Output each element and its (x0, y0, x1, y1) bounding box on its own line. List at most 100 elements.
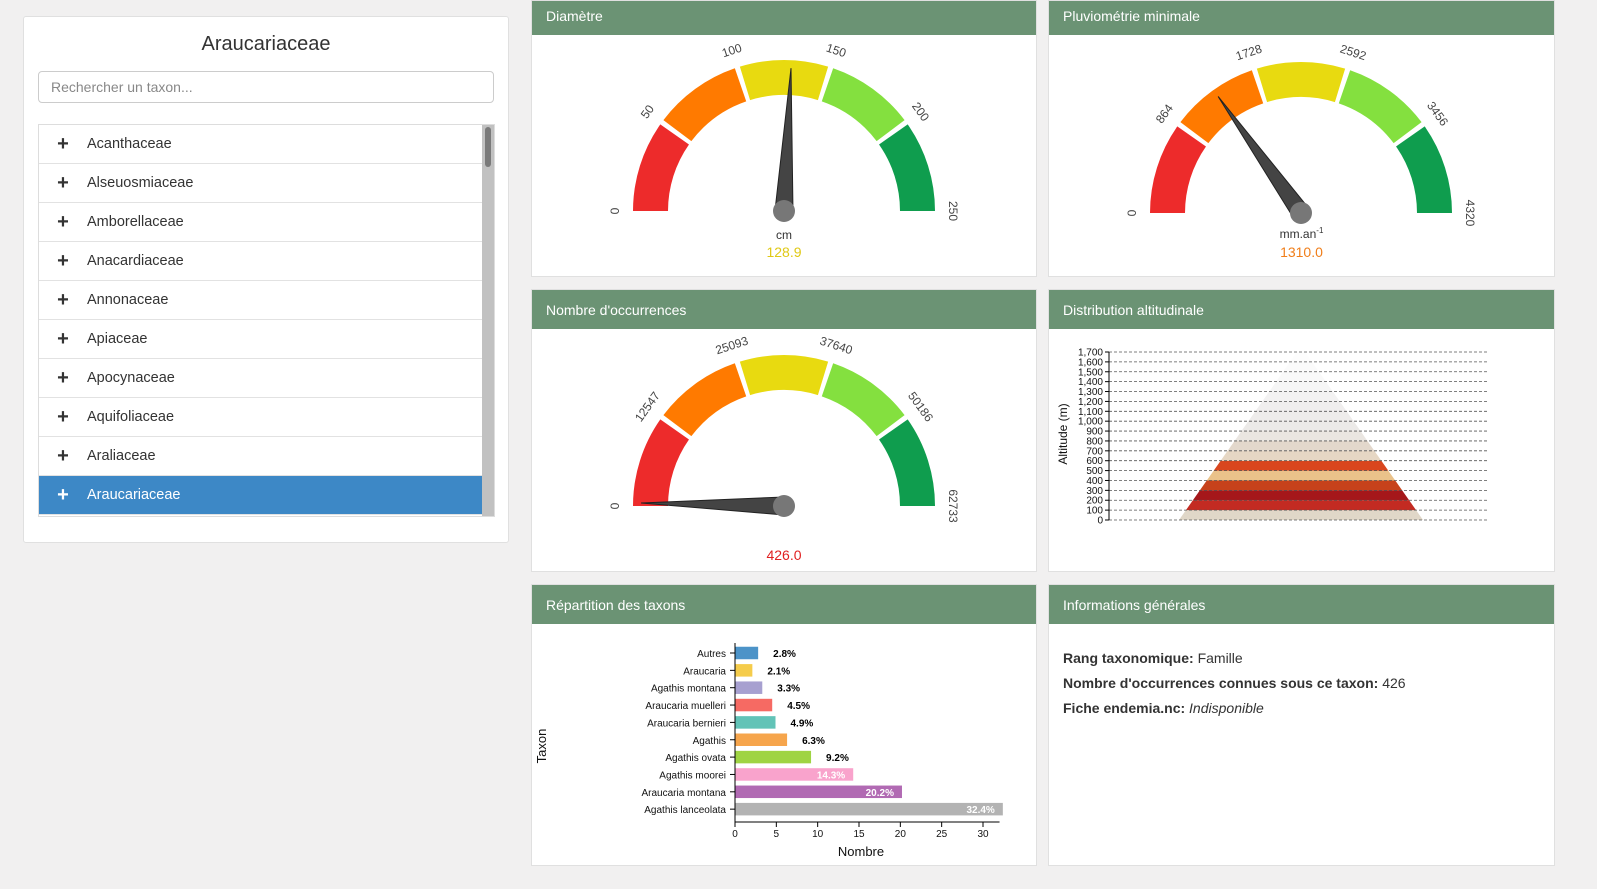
bar-category-label: Agathis (693, 736, 726, 747)
scrollbar-thumb[interactable] (485, 127, 491, 167)
plus-icon[interactable]: + (39, 407, 87, 427)
gauge-needle-pivot (773, 200, 795, 222)
tree-item-label: Acanthaceae (87, 136, 172, 152)
occurrences-card-title: Nombre d'occurrences (532, 290, 1036, 329)
tree-item[interactable]: + Amborellaceae (39, 203, 483, 242)
altitude-tick-label: 1,600 (1078, 357, 1103, 368)
gauge-needle-pivot (1290, 202, 1312, 224)
bar (735, 716, 776, 729)
bar-data-label: 20.2% (866, 788, 894, 799)
gauge-tick-label: 100 (720, 41, 744, 61)
diametre-card: Diamètre 0 50 100 150 200 250 cm 128.9 (531, 0, 1037, 277)
repartition-card-title: Répartition des taxons (532, 585, 1036, 624)
info-card-title: Informations générales (1049, 585, 1554, 624)
bar (735, 698, 773, 712)
gauge-tick-label: 50186 (905, 389, 936, 424)
altitude-tick-label: 800 (1086, 436, 1103, 447)
fiche-line: Fiche endemia.nc: Indisponible (1063, 696, 1540, 721)
tree-item[interactable]: + Araliaceae (39, 437, 483, 476)
plus-icon[interactable]: + (39, 368, 87, 388)
tree-item[interactable]: + Acanthaceae (39, 125, 483, 164)
altitude-tick-label: 1,400 (1078, 377, 1103, 388)
altitude-band (1185, 500, 1417, 511)
bar (735, 664, 753, 677)
plus-icon[interactable]: + (39, 173, 87, 193)
gauge-tick-label: 12547 (632, 389, 663, 424)
gauge-tick-label: 62733 (946, 489, 960, 523)
gauge-band (739, 355, 829, 396)
gauge-tick-label: 37640 (818, 334, 854, 358)
bar-x-tick-label: 15 (853, 829, 865, 840)
gauge-band (633, 419, 689, 506)
tree-item-label: Araucariaceae (87, 487, 181, 503)
bar (735, 646, 759, 660)
occurrences-count: 426 (1382, 675, 1406, 691)
pluviometrie-value: 1310.0 (1280, 244, 1323, 260)
plus-icon[interactable]: + (39, 329, 87, 349)
tree-scrollbar[interactable] (482, 125, 494, 516)
gauge-needle (1217, 96, 1310, 219)
tree-item-label: Alseuosmiaceae (87, 175, 194, 191)
gauge-tick-label: 250 (946, 201, 960, 221)
altitude-tick-label: 1,500 (1078, 367, 1103, 378)
tree-item[interactable]: + Anacardiaceae (39, 242, 483, 281)
altitude-card: Distribution altitudinale 0 100 200 300 400 5… (1048, 289, 1555, 572)
occurrences-label: Nombre d'occurrences connues sous ce tax… (1063, 675, 1379, 691)
rank-value: Famille (1197, 650, 1243, 666)
altitude-tick-label: 1,000 (1078, 417, 1103, 428)
bar-category-label: Agathis montana (651, 684, 726, 695)
taxon-search-input[interactable] (38, 71, 494, 103)
tree-item[interactable]: + Alseuosmiaceae (39, 164, 483, 203)
bar-x-tick-label: 30 (977, 829, 989, 840)
diametre-card-title: Diamètre (532, 1, 1036, 35)
taxon-tree: + Acanthaceae + Alseuosmiaceae + Amborellacea… (38, 124, 495, 517)
gauge-tick-label: 2592 (1338, 42, 1368, 64)
gauge-tick-label: 0 (608, 502, 622, 509)
plus-icon[interactable]: + (39, 485, 87, 505)
bar-category-label: Agathis moorei (659, 770, 726, 781)
diametre-unit: cm (776, 228, 792, 242)
altitude-band (1276, 371, 1326, 382)
tree-item[interactable]: + Aquifoliaceae (39, 398, 483, 437)
bar (735, 733, 788, 746)
tree-item[interactable]: + Apocynaceae (39, 359, 483, 398)
plus-icon[interactable]: + (39, 212, 87, 232)
bar-data-label: 2.1% (767, 666, 790, 677)
tree-item[interactable]: + Araucariaceae (39, 476, 483, 515)
bar-data-label: 14.3% (817, 770, 845, 781)
bar-data-label: 32.4% (966, 805, 994, 816)
rank-label: Rang taxonomique: (1063, 650, 1194, 666)
gauge-band (821, 68, 905, 142)
gauge-tick-label: 0 (1125, 209, 1139, 216)
gauge-tick-label: 50 (638, 102, 657, 121)
plus-icon[interactable]: + (39, 290, 87, 310)
altitude-band (1227, 440, 1375, 451)
plus-icon[interactable]: + (39, 446, 87, 466)
pluviometrie-card: Pluviométrie minimale 0 864 1728 2592 3456 43… (1048, 0, 1555, 277)
gauge-band (739, 60, 829, 101)
gauge-band (663, 363, 747, 437)
bar-category-label: Araucaria muelleri (645, 701, 726, 712)
plus-icon[interactable]: + (39, 251, 87, 271)
altitude-chart: 01002003004005006007008009001,0001,1001,… (1056, 348, 1489, 527)
altitude-tick-label: 1,700 (1078, 348, 1103, 359)
gauge-tick-label: 3456 (1424, 99, 1451, 129)
altitude-tick-label: 400 (1086, 476, 1103, 487)
bar-x-tick-label: 5 (774, 829, 780, 840)
repartition-card: Répartition des taxons Autres 2.8% Araucar… (531, 584, 1037, 866)
selected-taxon-title: Araucariaceae (201, 33, 331, 55)
altitude-axis-label: Altitude (m) (1056, 403, 1070, 464)
occurrences-value: 426.0 (766, 547, 802, 563)
tree-item[interactable]: + Apiaceae (39, 320, 483, 359)
gauge-band (1150, 126, 1206, 213)
gauge-band (1396, 126, 1452, 213)
altitude-band (1262, 391, 1340, 402)
gauge-band (633, 124, 689, 211)
bar-category-label: Agathis ovata (665, 753, 726, 764)
tree-item[interactable]: + Annonaceae (39, 281, 483, 320)
bar-x-tick-label: 0 (732, 829, 738, 840)
altitude-band (1255, 401, 1347, 412)
tree-item-label: Annonaceae (87, 292, 169, 308)
altitude-band (1283, 361, 1319, 372)
plus-icon[interactable]: + (39, 134, 87, 154)
